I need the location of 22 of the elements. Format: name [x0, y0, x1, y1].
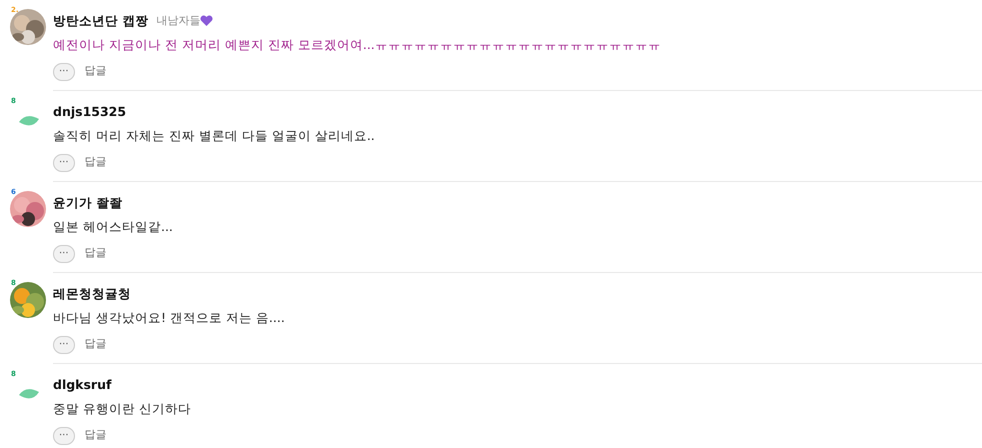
more-button[interactable]: ···: [53, 336, 75, 354]
more-button[interactable]: ···: [53, 154, 75, 172]
comment-text: 일본 헤어스타일같...: [53, 218, 174, 236]
comment-text: 바다님 생각났어요! 갠적으로 저는 음....: [53, 308, 286, 327]
reply-link[interactable]: 답글: [84, 154, 107, 171]
reply-link[interactable]: 답글: [84, 63, 107, 80]
more-button[interactable]: ···: [53, 244, 75, 262]
more-button[interactable]: ···: [53, 62, 75, 80]
author-name[interactable]: 윤기가 좔좔: [53, 194, 122, 213]
author-name[interactable]: dnjs15325: [53, 103, 126, 122]
comment-text: 중말 유행이란 신기하다: [53, 400, 192, 418]
reply-link[interactable]: 답글: [84, 336, 107, 353]
nickname-tag: 내남자들: [156, 13, 200, 30]
author-name[interactable]: 방탄소년단 캡짱: [53, 12, 148, 31]
comment-text: 예전이나 지금이나 전 저머리 예쁜지 진짜 모르겠어여...ㅠㅠㅠㅠㅠㅠㅠㅠㅠㅠㅠㅠㅠㅠㅠㅠㅠㅠㅠㅠㅠㅠ: [53, 36, 662, 54]
reply-link[interactable]: 답글: [84, 245, 107, 262]
heart-icon: [200, 15, 214, 28]
comment-text: 솔직히 머리 자체는 진짜 별론데 다들 얼굴이 살리네요..: [53, 126, 376, 145]
author-name[interactable]: dlgksruf: [53, 376, 112, 395]
reply-link[interactable]: 답글: [84, 427, 107, 444]
more-button[interactable]: ···: [53, 426, 75, 444]
author-name[interactable]: 레몬청청귤청: [53, 285, 131, 304]
